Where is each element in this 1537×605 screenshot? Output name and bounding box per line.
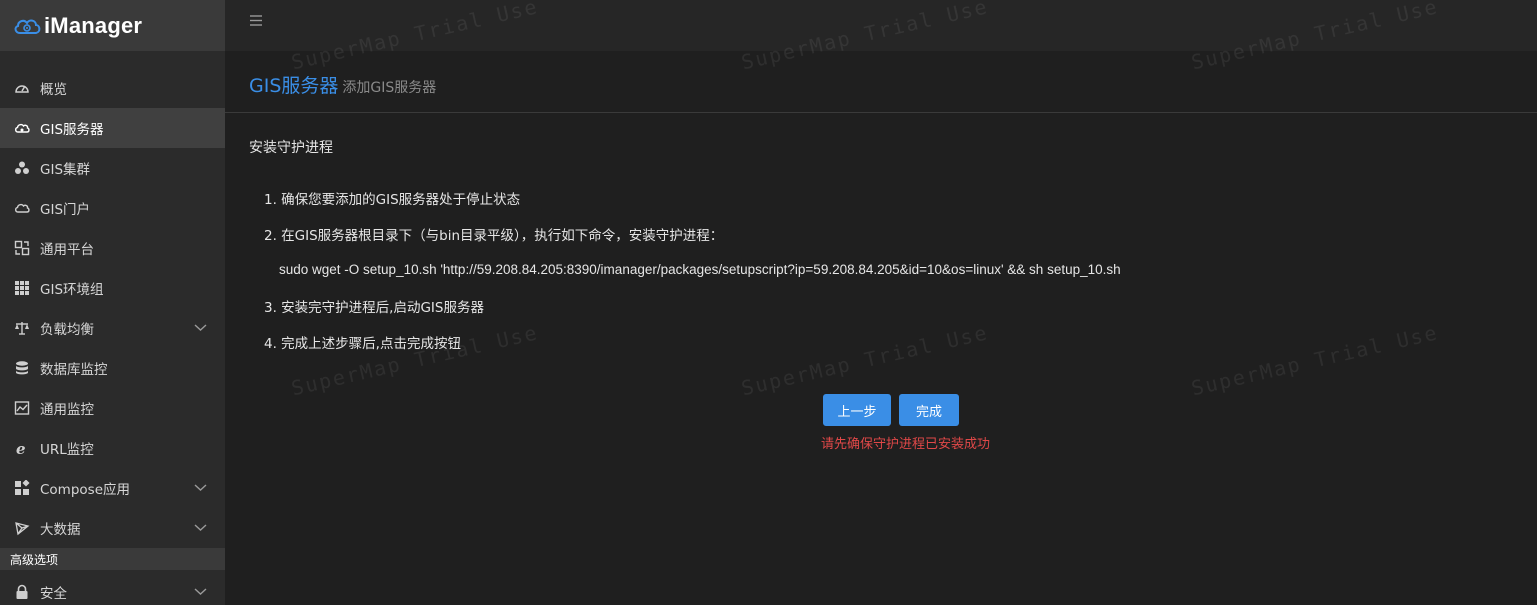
chart-icon bbox=[13, 399, 31, 417]
step-item: 2. 在GIS服务器根目录下（与bin目录平级），执行如下命令，安装守护进程： bbox=[264, 228, 724, 244]
sidebar-item-general-monitor[interactable]: 通用监控 bbox=[0, 388, 225, 428]
sidebar-item-label: 大数据 bbox=[40, 522, 81, 538]
sidebar-item-label: Compose应用 bbox=[40, 482, 131, 498]
top-bar bbox=[225, 0, 1537, 51]
step-item: 4. 完成上述步骤后,点击完成按钮 bbox=[264, 336, 461, 352]
advanced-section-label: 高级选项 bbox=[0, 548, 225, 570]
sidebar-item-platform[interactable]: 通用平台 bbox=[0, 228, 225, 268]
bigdata-icon bbox=[13, 519, 31, 537]
steps-list: 1. 确保您要添加的GIS服务器处于停止状态 2. 在GIS服务器根目录下（与b… bbox=[264, 190, 723, 370]
sidebar-item-label: 通用平台 bbox=[40, 242, 94, 258]
logo-cloud-icon bbox=[14, 19, 41, 34]
grid-icon bbox=[13, 279, 31, 297]
main-content: GIS服务器 添加GIS服务器 安装守护进程 1. 确保您要添加的GIS服务器处… bbox=[225, 0, 1537, 605]
section-title: 安装守护进程 bbox=[249, 140, 333, 156]
app-name: iManager bbox=[44, 12, 143, 38]
sidebar-item-label: GIS环境组 bbox=[40, 282, 104, 298]
sidebar: iManager 概览 GIS服务器 GIS集群 GIS门户 通用平台 GIS环… bbox=[0, 0, 225, 605]
platform-icon bbox=[13, 239, 31, 257]
cloud-icon bbox=[13, 119, 31, 137]
watermark: SuperMap Trial Use bbox=[1189, 320, 1441, 401]
sidebar-item-gis-portal[interactable]: GIS门户 bbox=[0, 188, 225, 228]
sidebar-item-label: URL监控 bbox=[40, 442, 94, 458]
page-title: GIS服务器 bbox=[249, 75, 339, 97]
sidebar-item-overview[interactable]: 概览 bbox=[0, 68, 225, 108]
chevron-down-icon bbox=[194, 588, 207, 595]
cluster-icon bbox=[13, 159, 31, 177]
sidebar-item-compose[interactable]: Compose应用 bbox=[0, 468, 225, 508]
ie-icon: e bbox=[13, 439, 31, 457]
apps-icon bbox=[13, 479, 31, 497]
sidebar-item-bigdata[interactable]: 大数据 bbox=[0, 508, 225, 548]
sidebar-item-gis-server[interactable]: GIS服务器 bbox=[0, 108, 225, 148]
menu-toggle-icon[interactable] bbox=[249, 14, 265, 28]
cloud-outline-icon bbox=[13, 199, 31, 217]
sidebar-item-db-monitor[interactable]: 数据库监控 bbox=[0, 348, 225, 388]
step-item: 3. 安装完守护进程后,启动GIS服务器 bbox=[264, 300, 484, 316]
lock-icon bbox=[13, 583, 31, 601]
step-item: 1. 确保您要添加的GIS服务器处于停止状态 bbox=[264, 192, 521, 208]
sidebar-item-label: 负载均衡 bbox=[40, 322, 94, 338]
chevron-down-icon bbox=[194, 524, 207, 531]
logo[interactable]: iManager bbox=[0, 0, 225, 51]
sidebar-item-label: GIS集群 bbox=[40, 162, 91, 178]
done-button[interactable]: 完成 bbox=[899, 394, 959, 426]
error-message: 请先确保守护进程已安装成功 bbox=[821, 437, 991, 452]
install-command: sudo wget -O setup_10.sh 'http://59.208.… bbox=[279, 262, 1121, 277]
sidebar-item-label: GIS门户 bbox=[40, 202, 91, 218]
sidebar-item-label: 安全 bbox=[40, 586, 67, 602]
chevron-down-icon bbox=[194, 324, 207, 331]
sidebar-item-label: GIS服务器 bbox=[40, 122, 104, 138]
sidebar-item-gis-cluster[interactable]: GIS集群 bbox=[0, 148, 225, 188]
dashboard-icon bbox=[13, 79, 31, 97]
sidebar-item-label: 通用监控 bbox=[40, 402, 94, 418]
prev-step-button[interactable]: 上一步 bbox=[823, 394, 891, 426]
watermark: SuperMap Trial Use bbox=[739, 320, 991, 401]
sidebar-item-security[interactable]: 安全 bbox=[0, 572, 225, 605]
sidebar-item-url-monitor[interactable]: e URL监控 bbox=[0, 428, 225, 468]
database-icon bbox=[13, 359, 31, 377]
sidebar-item-gis-env[interactable]: GIS环境组 bbox=[0, 268, 225, 308]
sidebar-item-label: 数据库监控 bbox=[40, 362, 108, 378]
balance-icon bbox=[13, 319, 31, 337]
sidebar-item-label: 概览 bbox=[40, 82, 67, 98]
sidebar-item-load-balance[interactable]: 负载均衡 bbox=[0, 308, 225, 348]
sidebar-nav: 概览 GIS服务器 GIS集群 GIS门户 通用平台 GIS环境组 负载均衡 数… bbox=[0, 68, 225, 548]
page-header: GIS服务器 添加GIS服务器 bbox=[249, 71, 436, 98]
svg-text:e: e bbox=[16, 440, 26, 456]
chevron-down-icon bbox=[194, 484, 207, 491]
page-subtitle: 添加GIS服务器 bbox=[342, 80, 437, 96]
header-divider bbox=[225, 112, 1537, 113]
